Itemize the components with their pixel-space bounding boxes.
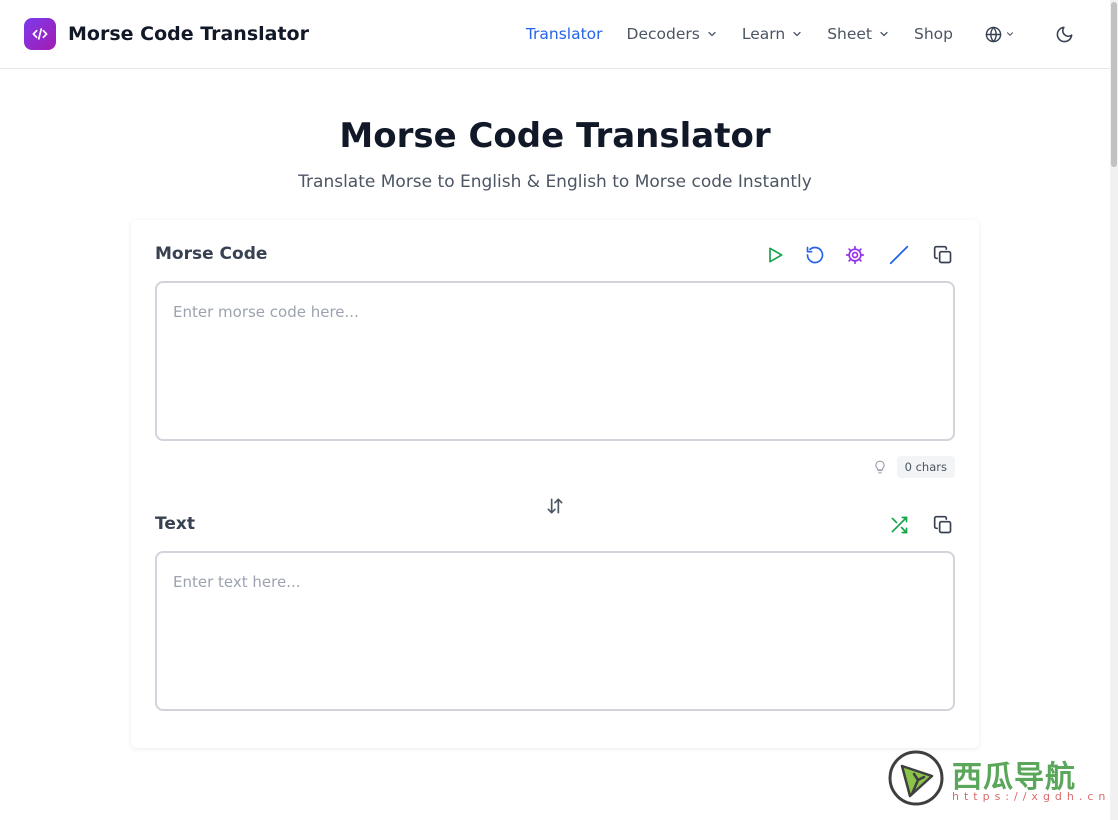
lightbulb-icon[interactable] bbox=[873, 460, 887, 474]
globe-icon bbox=[985, 26, 1002, 43]
translator-card: Morse Code Enter morse code here... 0 ch… bbox=[131, 220, 979, 748]
morse-section-label: Morse Code bbox=[155, 244, 268, 264]
moon-icon bbox=[1055, 25, 1074, 44]
nav-item-shop[interactable]: Shop bbox=[914, 25, 953, 43]
chevron-down-icon bbox=[791, 28, 803, 40]
nav-item-label: Shop bbox=[914, 25, 953, 43]
play-icon bbox=[765, 245, 785, 265]
page-title: Morse Code Translator bbox=[339, 116, 771, 156]
swap-arrows-icon bbox=[545, 496, 565, 516]
settings-button[interactable] bbox=[841, 241, 869, 269]
chevron-down-icon bbox=[706, 28, 718, 40]
swap-button[interactable] bbox=[543, 494, 567, 518]
page-subtitle: Translate Morse to English & English to … bbox=[298, 172, 812, 192]
nav-item-sheet[interactable]: Sheet bbox=[827, 25, 890, 43]
text-section-label: Text bbox=[155, 514, 195, 534]
reset-button[interactable] bbox=[801, 241, 829, 269]
brand-title: Morse Code Translator bbox=[68, 23, 309, 45]
watermark: 西瓜导航 https://xgdh.cn bbox=[888, 750, 1108, 806]
copy-morse-button[interactable] bbox=[929, 241, 957, 269]
text-input[interactable] bbox=[155, 551, 955, 711]
shuffle-icon bbox=[889, 515, 909, 535]
top-navbar: Morse Code Translator Translator Decoder… bbox=[0, 0, 1118, 69]
reset-icon bbox=[805, 245, 825, 265]
brand[interactable]: Morse Code Translator bbox=[24, 18, 309, 50]
shuffle-button[interactable] bbox=[885, 511, 913, 539]
nav-item-label: Decoders bbox=[626, 25, 700, 43]
language-selector[interactable] bbox=[985, 26, 1015, 43]
code-logo-icon bbox=[24, 18, 56, 50]
theme-toggle-button[interactable] bbox=[1055, 25, 1074, 44]
play-button[interactable] bbox=[761, 241, 789, 269]
nav-item-label: Translator bbox=[525, 25, 603, 43]
char-count-badge: 0 chars bbox=[896, 456, 955, 478]
nav-item-label: Sheet bbox=[827, 25, 872, 43]
nav-item-decoders[interactable]: Decoders bbox=[627, 25, 718, 43]
main-nav: Translator Decoders Learn Sheet Shop bbox=[502, 20, 1074, 48]
copy-icon bbox=[933, 515, 953, 535]
copy-text-button[interactable] bbox=[929, 511, 957, 539]
text-toolbar bbox=[873, 511, 957, 539]
morse-toolbar bbox=[749, 241, 957, 269]
settings-icon bbox=[845, 245, 865, 265]
watermark-logo-icon bbox=[888, 750, 944, 810]
slash-button[interactable] bbox=[885, 241, 913, 269]
chevron-down-icon bbox=[1005, 29, 1015, 39]
copy-icon bbox=[933, 245, 953, 265]
nav-item-label: Learn bbox=[741, 25, 786, 43]
scrollbar[interactable] bbox=[1110, 0, 1118, 820]
nav-item-translator[interactable]: Translator bbox=[526, 25, 603, 43]
nav-item-learn[interactable]: Learn bbox=[742, 25, 803, 43]
watermark-url: https://xgdh.cn bbox=[952, 790, 1111, 803]
chevron-down-icon bbox=[878, 28, 890, 40]
slash-icon bbox=[888, 244, 910, 266]
morse-meta: 0 chars bbox=[873, 456, 955, 478]
morse-input[interactable] bbox=[155, 281, 955, 441]
scrollbar-thumb[interactable] bbox=[1111, 2, 1117, 167]
